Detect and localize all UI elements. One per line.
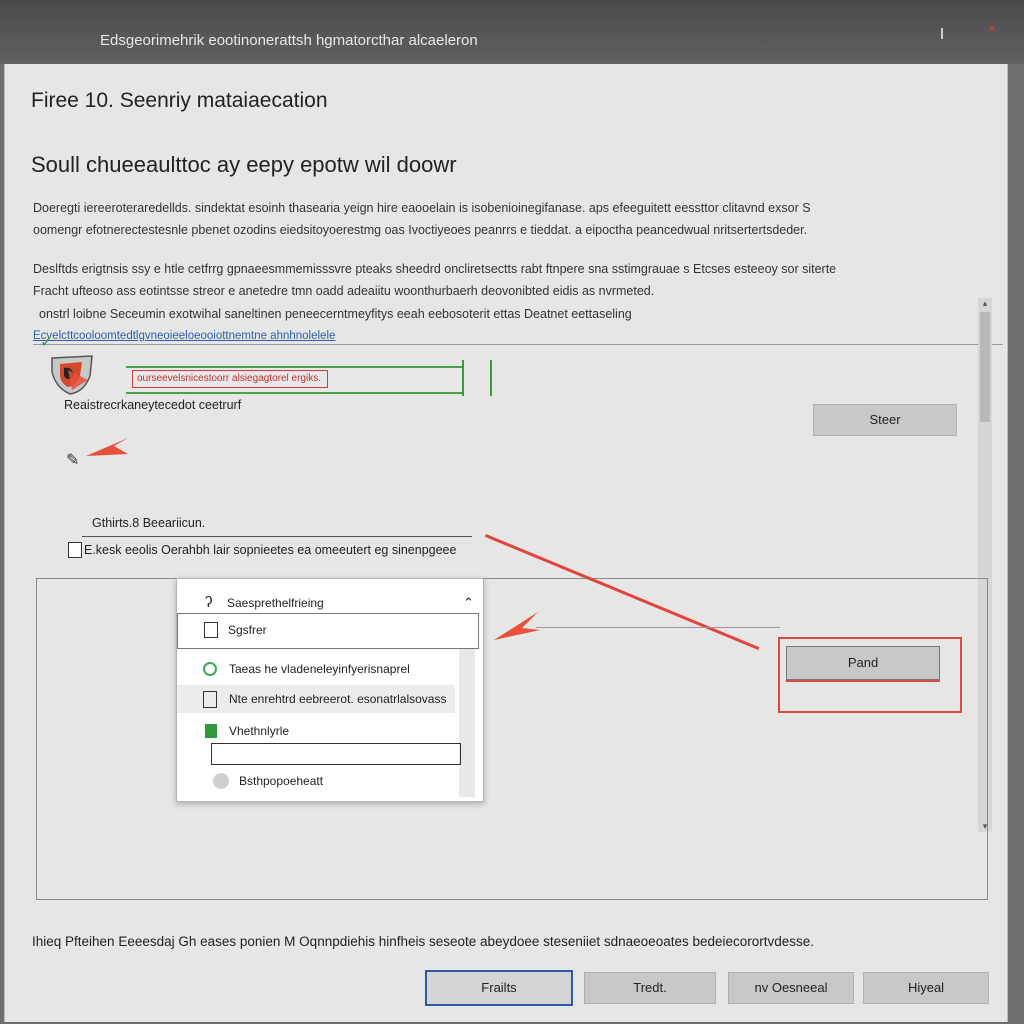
options-field-underline <box>82 536 472 537</box>
option-checkbox[interactable] <box>68 542 82 558</box>
dropdown-item[interactable]: Bsthpopoeheatt <box>177 771 483 791</box>
dropdown-search-value: Sgsfrer <box>228 623 267 637</box>
callout-underline <box>786 680 940 682</box>
dropdown-search-box[interactable]: Sgsfrer <box>177 613 479 649</box>
dropdown-header-label: Saesprethelfrieing <box>227 596 324 610</box>
secondary-button[interactable]: Tredt. <box>584 972 716 1004</box>
page-title: Firee 10. Seenriy mataiaecation <box>31 89 328 112</box>
dropdown-item-label: Nte enrehtrd eebreerot. esonatrlalsovass <box>229 692 447 706</box>
folder-icon <box>204 622 218 638</box>
shield-icon <box>51 355 93 395</box>
dropdown-item[interactable]: Taeas he vladeneleyinfyerisnaprel <box>177 659 483 679</box>
description-line: oomengr efotnerectestesnle pbenet ozodin… <box>33 223 808 237</box>
cancel-button[interactable]: nv Oesneeal <box>728 972 854 1004</box>
options-label: Gthirts.8 Beeariicun. <box>92 516 206 530</box>
section-heading: Soull chueeaulttoc ay eepy epotw wil doo… <box>31 152 457 177</box>
close-icon[interactable]: × <box>982 20 1002 36</box>
file-path-value: ourseevelsnicestoorr alsiegagtorel ergik… <box>132 370 328 388</box>
dropdown-header[interactable]: ʔ Saesprethelfrieing ⌃ <box>177 591 483 615</box>
checkbox-label: E.kesk eeolis Oerahbh lair sopnieetes ea… <box>84 543 457 557</box>
dropdown-item[interactable]: Vhethnlyrle <box>177 721 483 741</box>
title-bar: Edsgeorimehrik eootinonerattsh hgmatorct… <box>0 0 1024 64</box>
dropdown-item-label: Taeas he vladeneleyinfyerisnaprel <box>229 662 410 676</box>
annotation-arrowhead-icon <box>86 438 128 456</box>
dropdown-item-selected[interactable]: Nte enrehtrd eebreerot. esonatrlalsovass <box>177 685 455 713</box>
footer-status-text: Ihieq Pfteihen Eeeesdaj Gh eases ponien … <box>32 934 815 949</box>
path-field-handle <box>462 360 464 396</box>
green-flag-icon <box>205 724 217 738</box>
finish-button[interactable]: Hiyeal <box>863 972 989 1004</box>
path-field-handle <box>490 360 492 396</box>
description-line: onstrl loibne Seceumin exotwihal sanelti… <box>39 307 632 321</box>
chevron-up-icon[interactable]: ⌃ <box>463 591 474 615</box>
dropdown-item-label: Bsthpopoeheatt <box>239 774 324 788</box>
file-path-field[interactable]: ourseevelsnicestoorr alsiegagtorel ergik… <box>126 366 462 394</box>
annotation-arrowhead-icon <box>494 612 540 640</box>
scan-button[interactable]: Steer <box>813 404 957 436</box>
dropdown-menu[interactable]: ʔ Saesprethelfrieing ⌃ Sgsfrer Taeas he … <box>176 578 484 802</box>
gray-circle-icon <box>213 773 229 789</box>
dropdown-text-input[interactable] <box>211 743 461 765</box>
dropdown-item-label: Vhethnlyrle <box>229 724 290 738</box>
edit-icon: ✎ <box>66 452 80 469</box>
checkmark-icon: ✓ <box>40 334 54 351</box>
description-line: Fracht ufteoso ass eotintsse streor e an… <box>33 284 655 298</box>
learn-more-link[interactable]: Ecvelcttcooloomtedtlgvneoieeloeooiottnem… <box>33 330 335 342</box>
description-line: Doeregti iereeroteraredellds. sindektat … <box>33 201 811 215</box>
description-line: Deslftds erigtnsis ssy e htle cetfrrg gp… <box>33 262 837 276</box>
security-section-label: Reaistrecrkaneytecedot ceetrurf <box>64 398 242 412</box>
search-icon: ʔ <box>205 594 213 611</box>
primary-action-button[interactable]: Frailts <box>425 970 573 1006</box>
scroll-up-icon[interactable]: ▴ <box>978 298 992 309</box>
find-button[interactable]: Pand <box>786 646 940 680</box>
window-title: Edsgeorimehrik eootinonerattsh hgmatorct… <box>100 32 478 49</box>
scrollbar-thumb[interactable] <box>980 312 990 422</box>
divider <box>33 344 1003 345</box>
minimize-button[interactable]: I <box>932 26 952 44</box>
document-icon <box>203 691 217 708</box>
green-circle-icon <box>203 662 217 676</box>
annotation-guide-line <box>536 627 780 628</box>
